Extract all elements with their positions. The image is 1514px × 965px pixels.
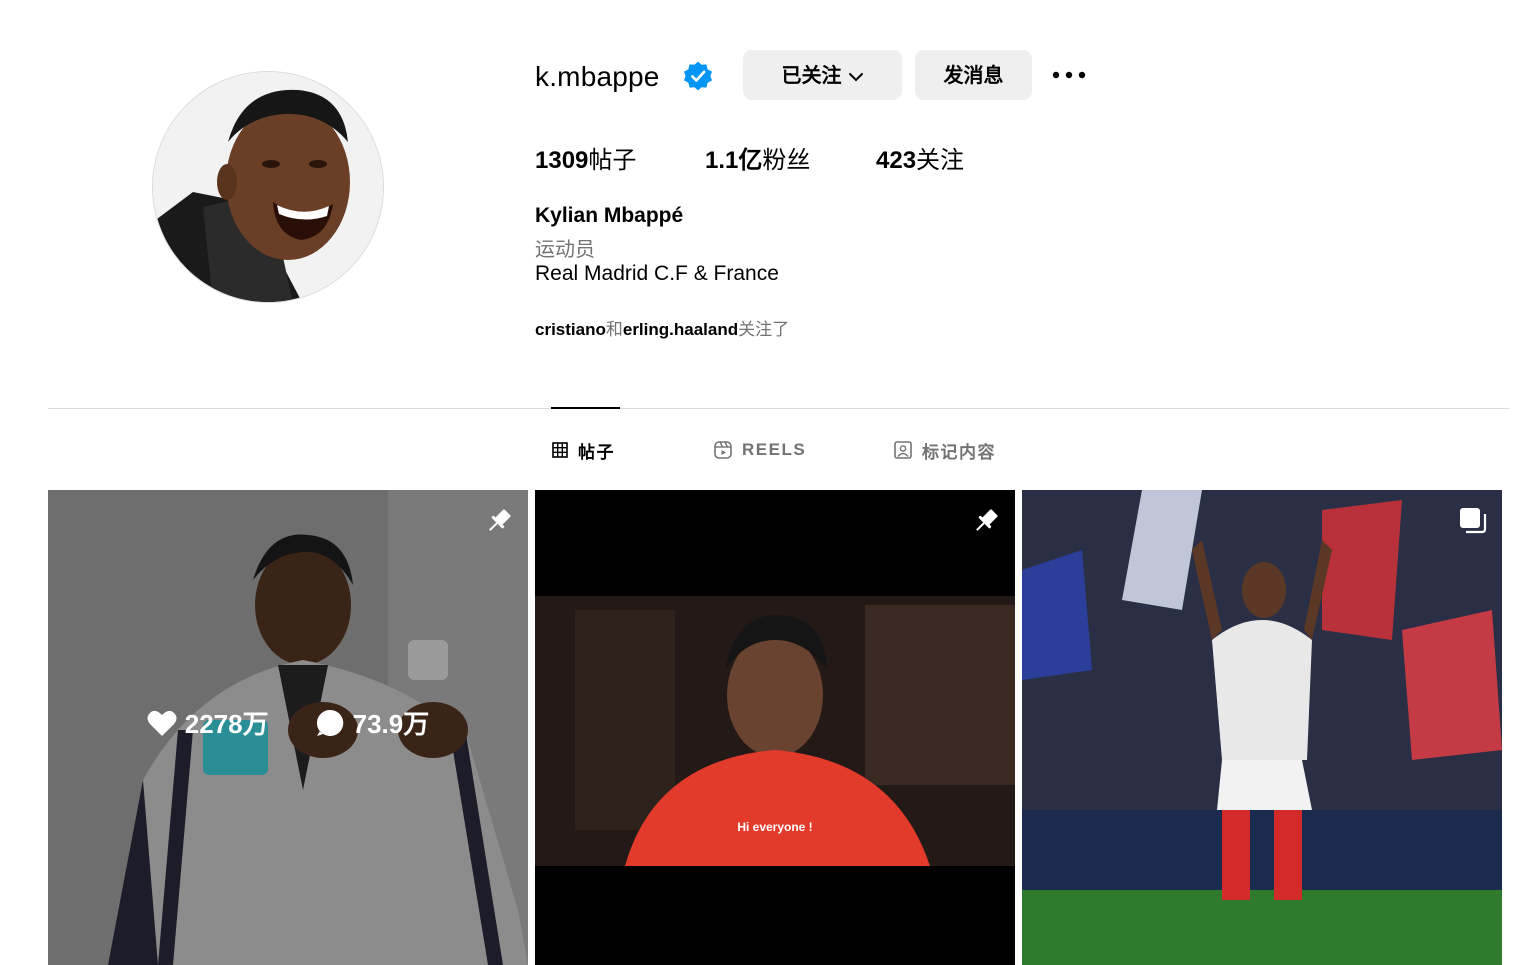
tabs-divider bbox=[48, 408, 1509, 409]
following-button[interactable]: 已关注 bbox=[743, 50, 902, 100]
post-tile-2[interactable]: Hi everyone ! bbox=[535, 490, 1015, 965]
post-1-comments: 73.9万 bbox=[315, 704, 430, 741]
following-stat[interactable]: 423关注 bbox=[876, 142, 964, 179]
posts-stat: 1309帖子 bbox=[535, 142, 636, 179]
profile-category: 运动员 bbox=[535, 237, 595, 261]
followers-label: 粉丝 bbox=[762, 146, 811, 174]
grid-icon bbox=[552, 442, 568, 458]
following-count: 423 bbox=[876, 147, 917, 174]
posts-label: 帖子 bbox=[588, 146, 637, 174]
post-1-likes: 2278万 bbox=[147, 704, 269, 741]
post-3-photo bbox=[1022, 490, 1502, 965]
profile-username: k.mbappe bbox=[535, 61, 660, 92]
post-tile-3[interactable] bbox=[1022, 490, 1502, 965]
comment-icon bbox=[316, 709, 343, 736]
active-tab-indicator bbox=[551, 407, 620, 409]
carousel-icon bbox=[1460, 508, 1487, 534]
post-1-comments-count: 73.9万 bbox=[352, 709, 430, 739]
followers-count: 1.1亿 bbox=[705, 147, 763, 174]
following-label: 关注 bbox=[916, 146, 965, 174]
profile-bio: Real Madrid C.F & France bbox=[535, 262, 779, 285]
tab-posts[interactable]: 帖子 bbox=[552, 438, 615, 463]
post-1-likes-count: 2278万 bbox=[184, 709, 269, 739]
post-2-video-caption: Hi everyone ! bbox=[737, 820, 813, 834]
verified-badge-icon bbox=[684, 61, 712, 91]
more-options-icon[interactable] bbox=[1050, 64, 1088, 86]
following-button-label: 已关注 bbox=[781, 63, 842, 87]
tab-posts-label: 帖子 bbox=[578, 442, 615, 463]
post-tile-1[interactable]: 2278万 73.9万 bbox=[48, 490, 528, 965]
profile-full-name: Kylian Mbappé bbox=[535, 204, 684, 227]
pin-icon bbox=[489, 509, 511, 531]
post-2-photo bbox=[535, 490, 1015, 965]
tab-tagged-label: 标记内容 bbox=[922, 442, 996, 463]
followers-stat[interactable]: 1.1亿粉丝 bbox=[705, 142, 810, 179]
tab-reels-label: REELS bbox=[742, 440, 807, 459]
pin-icon bbox=[976, 509, 998, 531]
message-button-label: 发消息 bbox=[943, 63, 1004, 87]
tagged-icon bbox=[894, 441, 912, 459]
chevron-down-icon bbox=[848, 72, 863, 81]
heart-icon bbox=[147, 710, 177, 736]
message-button[interactable]: 发消息 bbox=[915, 50, 1032, 100]
profile-avatar[interactable] bbox=[152, 71, 384, 303]
avatar-photo bbox=[153, 72, 383, 302]
tab-reels[interactable]: REELS bbox=[714, 438, 806, 462]
followed-by-suffix: 关注了 bbox=[738, 320, 790, 340]
posts-count: 1309 bbox=[535, 147, 589, 174]
followed-by-and: 和 bbox=[605, 320, 623, 340]
followed-by[interactable]: cristiano和erling.haaland关注了 bbox=[535, 315, 789, 340]
reels-icon bbox=[714, 441, 732, 459]
followed-by-account-2[interactable]: erling.haaland bbox=[623, 320, 738, 339]
followed-by-account-1[interactable]: cristiano bbox=[535, 320, 606, 339]
post-1-hover-stats: 2278万 73.9万 bbox=[48, 704, 528, 741]
tab-tagged[interactable]: 标记内容 bbox=[894, 438, 996, 463]
